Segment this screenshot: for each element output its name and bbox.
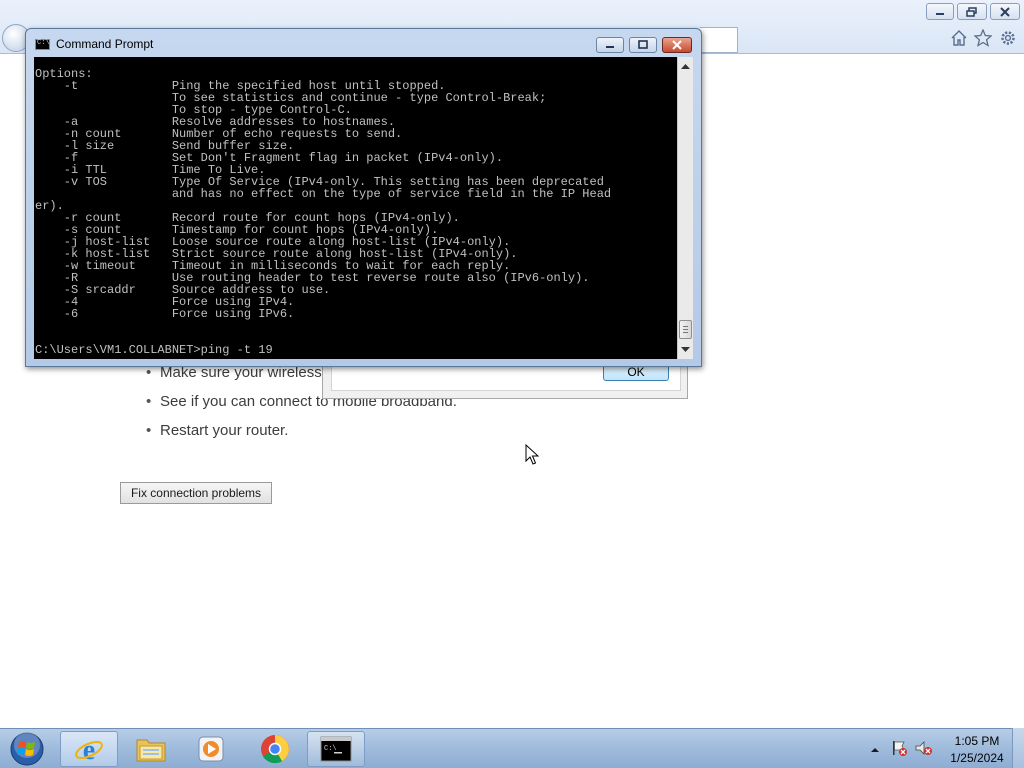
gear-icon bbox=[1001, 31, 1015, 45]
chevron-down-icon bbox=[681, 346, 690, 352]
tip-text: Restart your router. bbox=[160, 422, 289, 439]
cmd-maximize-button[interactable] bbox=[629, 37, 657, 53]
close-icon bbox=[672, 40, 682, 50]
scroll-up-arrow[interactable] bbox=[678, 59, 693, 74]
volume-icon[interactable] bbox=[914, 739, 934, 762]
svg-text:C:\: C:\ bbox=[324, 745, 337, 753]
taskbar-chrome[interactable] bbox=[246, 731, 304, 767]
taskbar-media-player[interactable] bbox=[182, 731, 240, 767]
speaker-muted-icon bbox=[915, 741, 932, 755]
cmd-minimize-button[interactable] bbox=[596, 37, 624, 53]
tip-item: • Restart your router. bbox=[146, 422, 288, 439]
bullet: • bbox=[146, 422, 152, 439]
chevron-up-icon bbox=[871, 748, 879, 752]
maximize-icon bbox=[638, 40, 648, 49]
console-line: -6 Force using IPv6. bbox=[35, 307, 295, 321]
chrome-icon bbox=[261, 735, 289, 764]
media-player-icon bbox=[198, 736, 224, 762]
taskbar: e C:\ 1:05 PM 1/25/2024 bbox=[0, 728, 1024, 768]
mouse-cursor-icon bbox=[525, 444, 539, 465]
start-button[interactable] bbox=[4, 730, 50, 768]
browser-restore-button[interactable] bbox=[957, 3, 987, 20]
cmd-window-icon: C:\ bbox=[35, 39, 50, 50]
favorites-button[interactable] bbox=[973, 28, 993, 48]
console-output[interactable]: Options: -t Ping the specified host unti… bbox=[34, 57, 677, 359]
action-center-icon[interactable] bbox=[890, 739, 908, 762]
taskbar-file-explorer[interactable] bbox=[122, 731, 180, 767]
system-tray: 1:05 PM 1/25/2024 bbox=[862, 729, 1024, 768]
command-prompt-window: C:\ Command Prompt Options: -t Ping the … bbox=[25, 28, 702, 367]
console-line: C:\Users\VM1.COLLABNET>ping -t 19 bbox=[35, 343, 273, 357]
browser-minimize-button[interactable] bbox=[926, 3, 954, 20]
show-hidden-icons-button[interactable] bbox=[870, 742, 880, 760]
bullet: • bbox=[146, 393, 152, 410]
star-icon bbox=[974, 29, 992, 47]
browser-close-button[interactable] bbox=[990, 3, 1020, 20]
windows-orb-icon bbox=[10, 732, 44, 766]
address-bar[interactable] bbox=[700, 27, 738, 53]
console-scrollbar[interactable] bbox=[677, 57, 693, 359]
clock-time[interactable]: 1:05 PM bbox=[942, 734, 1012, 748]
minimize-icon bbox=[606, 46, 614, 48]
flag-alert-icon bbox=[893, 741, 907, 756]
command-prompt-icon: C:\ bbox=[320, 736, 352, 762]
taskbar-internet-explorer[interactable]: e bbox=[60, 731, 118, 767]
svg-text:e: e bbox=[83, 735, 95, 765]
internet-explorer-icon: e bbox=[75, 735, 103, 765]
scroll-thumb[interactable] bbox=[679, 320, 692, 339]
home-button[interactable] bbox=[949, 28, 969, 48]
minimize-icon bbox=[936, 12, 944, 15]
close-icon bbox=[1000, 6, 1010, 17]
console-line: and has no effect on the type of service… bbox=[35, 187, 612, 201]
cmd-title: Command Prompt bbox=[56, 37, 154, 51]
chevron-up-icon bbox=[681, 63, 690, 69]
restore-icon bbox=[966, 6, 977, 17]
taskbar-command-prompt[interactable]: C:\ bbox=[307, 731, 365, 767]
scroll-down-arrow[interactable] bbox=[678, 342, 693, 357]
folder-icon bbox=[136, 739, 166, 762]
cmd-titlebar[interactable]: C:\ Command Prompt bbox=[26, 29, 701, 57]
cmd-close-button[interactable] bbox=[662, 37, 692, 53]
fix-connection-button[interactable]: Fix connection problems bbox=[120, 482, 272, 504]
clock-date[interactable]: 1/25/2024 bbox=[942, 751, 1012, 765]
show-desktop-button[interactable] bbox=[1012, 728, 1024, 768]
home-icon bbox=[951, 30, 967, 46]
tools-button[interactable] bbox=[998, 28, 1018, 48]
